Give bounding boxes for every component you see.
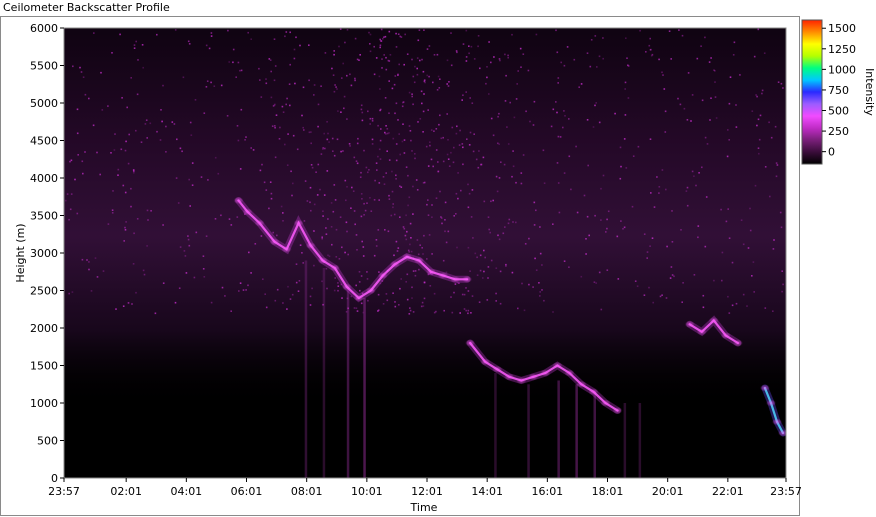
y-tick-label: 5500 bbox=[30, 60, 58, 73]
colorbar-tick-label: 0 bbox=[828, 146, 835, 159]
x-tick-label: 18:01 bbox=[592, 485, 624, 498]
x-tick-label: 23:57 bbox=[770, 485, 802, 498]
colorbar-tick-label: 1500 bbox=[828, 22, 856, 35]
x-tick-label: 08:01 bbox=[291, 485, 323, 498]
y-tick-label: 2000 bbox=[30, 322, 58, 335]
colorbar-tick-label: 500 bbox=[828, 105, 849, 118]
x-axis: 23:57 02:01 04:01 06:01 08:01 10:01 12:01 14:01… bbox=[48, 478, 802, 498]
x-tick-label: 02:01 bbox=[110, 485, 142, 498]
colorbar-tick-label: 750 bbox=[828, 84, 849, 97]
x-tick-label: 16:01 bbox=[531, 485, 563, 498]
y-tick-label: 2500 bbox=[30, 285, 58, 298]
y-tick-label: 1000 bbox=[30, 397, 58, 410]
colorbar-tick-label: 1250 bbox=[828, 43, 856, 56]
x-tick-label: 04:01 bbox=[170, 485, 202, 498]
y-tick-label: 3500 bbox=[30, 210, 58, 223]
colorbar-tick-label: 1000 bbox=[828, 63, 856, 76]
y-axis-title: Height (m) bbox=[14, 223, 27, 282]
y-tick-label: 4000 bbox=[30, 172, 58, 185]
colorbar-ticks: 0 250 500 750 1000 1250 1500 bbox=[822, 22, 856, 159]
y-tick-label: 4500 bbox=[30, 135, 58, 148]
x-tick-label: 06:01 bbox=[231, 485, 263, 498]
y-axis: 0 500 1000 1500 2000 2500 3000 3500 4000 4500 5000… bbox=[30, 22, 64, 485]
background-haze bbox=[64, 28, 786, 407]
colorbar: 0 250 500 750 1000 1250 1500 Intensity bbox=[801, 19, 876, 165]
y-tick-label: 6000 bbox=[30, 22, 58, 35]
y-tick-label: 500 bbox=[37, 435, 58, 448]
x-tick-label: 22:01 bbox=[712, 485, 744, 498]
x-tick-label: 12:01 bbox=[411, 485, 443, 498]
y-tick-label: 0 bbox=[51, 472, 58, 485]
x-axis-title: Time bbox=[410, 501, 438, 514]
colorbar-gradient bbox=[801, 19, 823, 165]
colorbar-tick-label: 250 bbox=[828, 125, 849, 138]
colorbar-title: Intensity bbox=[863, 68, 876, 116]
y-tick-label: 5000 bbox=[30, 97, 58, 110]
x-tick-label: 10:01 bbox=[351, 485, 383, 498]
y-tick-label: 1500 bbox=[30, 360, 58, 373]
x-tick-label: 23:57 bbox=[48, 485, 80, 498]
chart-svg: 0500100015002000250030003500400045005000… bbox=[14, 19, 876, 514]
plot-area bbox=[64, 28, 786, 478]
x-tick-label: 14:01 bbox=[471, 485, 503, 498]
x-tick-label: 20:01 bbox=[652, 485, 684, 498]
y-tick-label: 3000 bbox=[30, 247, 58, 260]
